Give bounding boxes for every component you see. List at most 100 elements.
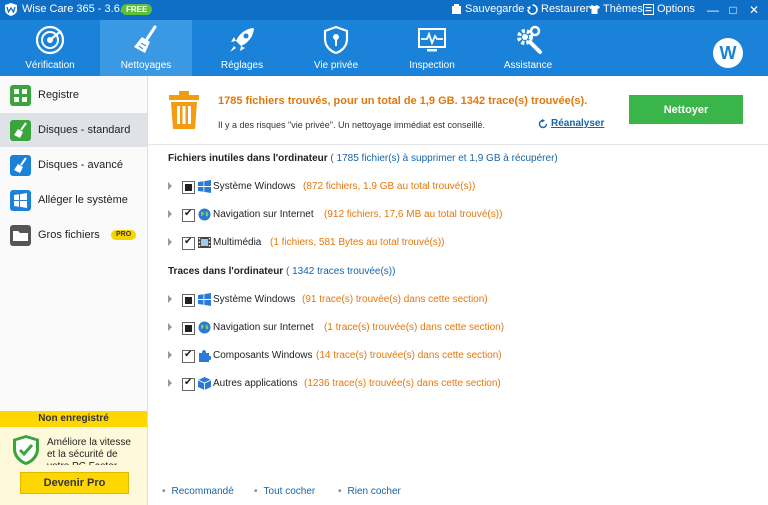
- tab-inspection-label: Inspection: [409, 60, 455, 71]
- shield-lock-icon: [323, 25, 349, 55]
- menu-options-label: Options: [657, 3, 695, 15]
- main-panel: 1785 fichiers trouvés, pour un total de …: [148, 76, 768, 505]
- shield-check-icon: [13, 435, 39, 465]
- tab-verification[interactable]: Vérification: [4, 20, 96, 76]
- scan-headline: 1785 fichiers trouvés, pour un total de …: [218, 95, 588, 107]
- row-label: Multimédia: [213, 237, 262, 248]
- expand-arrow-icon[interactable]: [168, 295, 172, 303]
- tab-reglages[interactable]: Réglages: [196, 20, 288, 76]
- refresh-icon: [538, 118, 548, 128]
- traces-section-summary: ( 1342 traces trouvée(s)): [285, 266, 396, 277]
- radar-icon: [35, 25, 65, 55]
- tree-row: Composants Windows (14 trace(s) trouvée(…: [168, 348, 728, 364]
- promo-text: Améliore la vitesse et la sécurité de vo…: [47, 437, 131, 465]
- expand-arrow-icon[interactable]: [168, 351, 172, 359]
- sidebar-item-alleger-systeme[interactable]: Alléger le système: [0, 183, 147, 217]
- tab-vie-privee-label: Vie privée: [313, 60, 359, 71]
- sidebar-item-disques-avance[interactable]: Disques - avancé: [0, 148, 147, 182]
- tab-assistance-label: Assistance: [503, 60, 553, 71]
- checkbox-multimedia[interactable]: [182, 236, 195, 250]
- tab-assistance[interactable]: Assistance: [482, 20, 574, 76]
- row-detail: (1 fichiers, 581 Bytes au total trouvé(s…: [270, 237, 445, 248]
- row-label: Composants Windows: [213, 350, 313, 361]
- trash-icon: [169, 91, 199, 129]
- menu-themes[interactable]: Thèmes: [589, 3, 643, 15]
- wise-care-logo-icon: [5, 3, 17, 16]
- puzzle-icon: [199, 350, 211, 362]
- menu-sauvegarde-label: Sauvegarde: [465, 3, 525, 15]
- checkbox-traces-systeme-windows[interactable]: [182, 294, 195, 307]
- tab-verification-label: Vérification: [25, 60, 75, 71]
- files-section-header: Fichiers inutiles dans l'ordinateur ( 17…: [168, 153, 558, 164]
- expand-arrow-icon[interactable]: [168, 379, 172, 387]
- devenir-pro-button[interactable]: Devenir Pro: [20, 472, 129, 494]
- menu-restaurer-label: Restaurer: [541, 3, 590, 15]
- restore-icon: [527, 3, 538, 15]
- tab-nettoyages[interactable]: Nettoyages: [100, 20, 192, 76]
- tab-reglages-label: Réglages: [220, 60, 264, 71]
- checkbox-autres-applications[interactable]: [182, 377, 195, 391]
- reanalyze-label: Réanalyser: [551, 118, 605, 129]
- rocket-icon: [230, 28, 254, 52]
- tree-row: Multimédia (1 fichiers, 581 Bytes au tot…: [168, 235, 728, 251]
- film-icon: [198, 237, 211, 248]
- tree-row: Système Windows (91 trace(s) trouvée(s) …: [168, 292, 728, 308]
- registry-icon: [10, 85, 31, 106]
- tree-row: Navigation sur Internet (912 fichiers, 1…: [168, 207, 728, 223]
- app-title: Wise Care 365 - 3.6.1: [22, 3, 129, 15]
- privacy-warning: Il y a des risques "vie privée". Un nett…: [218, 120, 486, 130]
- monitor-pulse-icon: [418, 28, 446, 52]
- footer-links: Recommandé Tout cocher Rien cocher: [148, 481, 768, 505]
- sidebar-item-registre[interactable]: Registre: [0, 78, 147, 112]
- tree-row: Système Windows (872 fichiers, 1,9 GB au…: [168, 179, 728, 195]
- tab-nettoyages-label: Nettoyages: [120, 60, 172, 71]
- sidebar-item-label: Registre: [38, 89, 79, 101]
- expand-arrow-icon[interactable]: [168, 210, 172, 218]
- rien-cocher-link[interactable]: Rien cocher: [338, 486, 401, 497]
- user-avatar[interactable]: W: [713, 38, 743, 68]
- sidebar-item-gros-fichiers[interactable]: Gros fichiers PRO: [0, 218, 147, 252]
- tout-cocher-link[interactable]: Tout cocher: [254, 486, 316, 497]
- menu-options[interactable]: Options: [643, 3, 695, 15]
- maximize-button[interactable]: □: [724, 2, 742, 18]
- backup-icon: [452, 3, 461, 14]
- globe-icon: [198, 208, 211, 221]
- checkbox-navigation-internet[interactable]: [182, 208, 195, 222]
- expand-arrow-icon[interactable]: [168, 238, 172, 246]
- tab-inspection[interactable]: Inspection: [386, 20, 478, 76]
- expand-arrow-icon[interactable]: [168, 182, 172, 190]
- traces-section-title: Traces dans l'ordinateur: [168, 266, 284, 277]
- gear-wrench-icon: [517, 25, 542, 54]
- avatar-letter: W: [719, 43, 737, 63]
- windows-logo-icon: [198, 293, 211, 306]
- menu-sauvegarde[interactable]: Sauvegarde: [451, 3, 524, 15]
- main-toolbar: Vérification Nettoyages Réglages Vie pri…: [0, 20, 768, 76]
- close-button[interactable]: ✕: [745, 2, 763, 18]
- menu-restaurer[interactable]: Restaurer: [527, 3, 589, 15]
- title-bar: Wise Care 365 - 3.6.1 FREE Sauvegarde Re…: [0, 0, 768, 20]
- free-badge: FREE: [121, 4, 153, 15]
- row-detail: (1236 trace(s) trouvée(s) dans cette sec…: [304, 378, 501, 389]
- tab-vie-privee[interactable]: Vie privée: [290, 20, 382, 76]
- recommande-link[interactable]: Recommandé: [162, 486, 234, 497]
- checkbox-composants-windows[interactable]: [182, 349, 195, 363]
- windows-icon: [10, 190, 31, 211]
- sidebar-item-label: Disques - avancé: [38, 159, 123, 171]
- checkbox-systeme-windows[interactable]: [182, 181, 195, 194]
- traces-section-header: Traces dans l'ordinateur ( 1342 traces t…: [168, 266, 395, 277]
- globe-icon: [198, 321, 211, 334]
- broom-icon: [134, 25, 157, 53]
- tshirt-icon: [589, 4, 600, 14]
- sidebar-item-disques-standard[interactable]: Disques - standard: [0, 113, 147, 147]
- reanalyze-link[interactable]: Réanalyser: [538, 118, 604, 129]
- minimize-button[interactable]: —: [704, 2, 722, 18]
- broom-advanced-icon: [10, 155, 31, 176]
- windows-logo-icon: [198, 180, 211, 193]
- nettoyer-button[interactable]: Nettoyer: [629, 95, 743, 124]
- expand-arrow-icon[interactable]: [168, 323, 172, 331]
- sidebar: Registre Disques - standard Disques - av…: [0, 76, 148, 505]
- checkbox-traces-navigation-internet[interactable]: [182, 322, 195, 335]
- folder-icon: [10, 225, 31, 246]
- row-label: Navigation sur Internet: [213, 209, 314, 220]
- sidebar-item-label: Disques - standard: [38, 124, 131, 136]
